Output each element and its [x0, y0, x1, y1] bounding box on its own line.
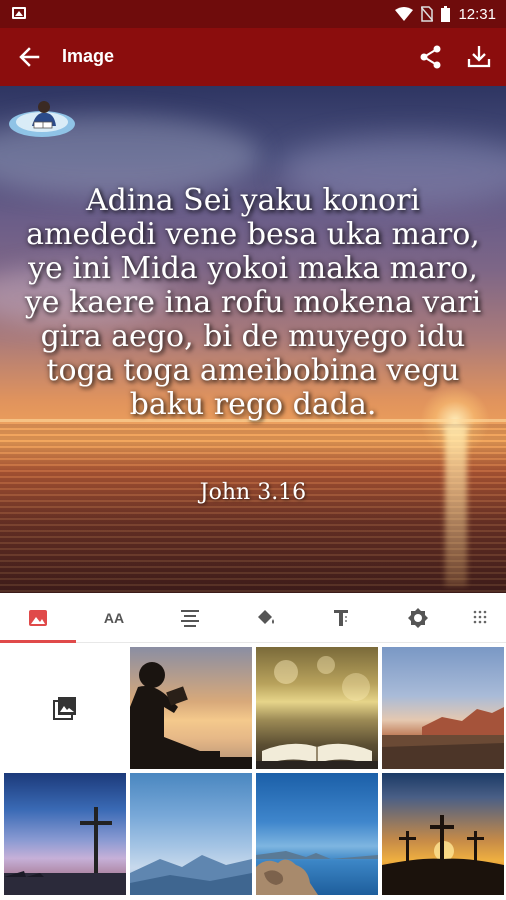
photo-library-icon — [53, 697, 76, 720]
background-gallery — [0, 644, 506, 900]
tab-align[interactable] — [152, 593, 228, 643]
download-icon — [467, 46, 491, 68]
verse-reference[interactable]: John 3.16 — [0, 480, 506, 505]
boy-silhouette — [130, 662, 252, 769]
thumbnail-rocky-seashore[interactable] — [256, 773, 378, 895]
mist-image — [130, 855, 252, 895]
thumbnail-three-crosses[interactable] — [382, 773, 504, 895]
bible-image — [256, 656, 378, 769]
share-icon — [420, 45, 441, 69]
font-size-icon: AA — [103, 610, 125, 626]
image-icon — [12, 7, 26, 19]
verse-text[interactable]: Adina Sei yaku konori amededi vene besa … — [20, 184, 486, 422]
thumbnail-open-bible[interactable] — [256, 647, 378, 769]
back-button[interactable] — [14, 43, 44, 71]
text-format-icon — [334, 610, 348, 626]
page-title: Image — [62, 46, 115, 66]
mountains-image — [382, 707, 504, 769]
battery-icon — [441, 6, 451, 22]
share-button[interactable] — [418, 43, 444, 71]
app-bar: Image — [0, 28, 506, 86]
sun-reflection — [445, 426, 467, 586]
brightness-icon — [408, 608, 428, 628]
app-logo — [9, 101, 75, 137]
arrow-left-icon — [19, 47, 40, 67]
no-sim-icon — [421, 6, 434, 22]
seashore-image — [256, 851, 378, 895]
grid-dots-icon — [473, 610, 487, 624]
editor-tab-bar: AA — [0, 593, 506, 643]
thumbnail-desert-mountains[interactable] — [382, 647, 504, 769]
thumbnail-misty-mountains[interactable] — [130, 773, 252, 895]
tab-text-style[interactable] — [304, 593, 380, 643]
status-icons: 12:31 — [395, 5, 496, 23]
verse-image-preview[interactable]: Adina Sei yaku konori amededi vene besa … — [0, 86, 506, 593]
download-button[interactable] — [466, 43, 492, 71]
status-bar: 12:31 — [0, 0, 506, 28]
tab-color[interactable] — [228, 593, 304, 643]
crosses-image — [382, 815, 504, 895]
sea — [0, 422, 506, 593]
align-center-icon — [181, 610, 199, 627]
thumbnail-boy-reading[interactable] — [130, 647, 252, 769]
clock: 12:31 — [458, 5, 496, 23]
tab-font[interactable]: AA — [76, 593, 152, 643]
image-icon — [29, 610, 47, 626]
tab-more[interactable] — [456, 593, 506, 643]
tab-background[interactable] — [0, 593, 76, 643]
wifi-icon — [395, 7, 414, 21]
tab-brightness[interactable] — [380, 593, 456, 643]
thumbnail-cross-dusk[interactable] — [4, 773, 126, 895]
pick-from-gallery-button[interactable] — [4, 647, 126, 769]
paint-bucket-icon — [258, 610, 274, 624]
cross-image — [4, 807, 126, 895]
